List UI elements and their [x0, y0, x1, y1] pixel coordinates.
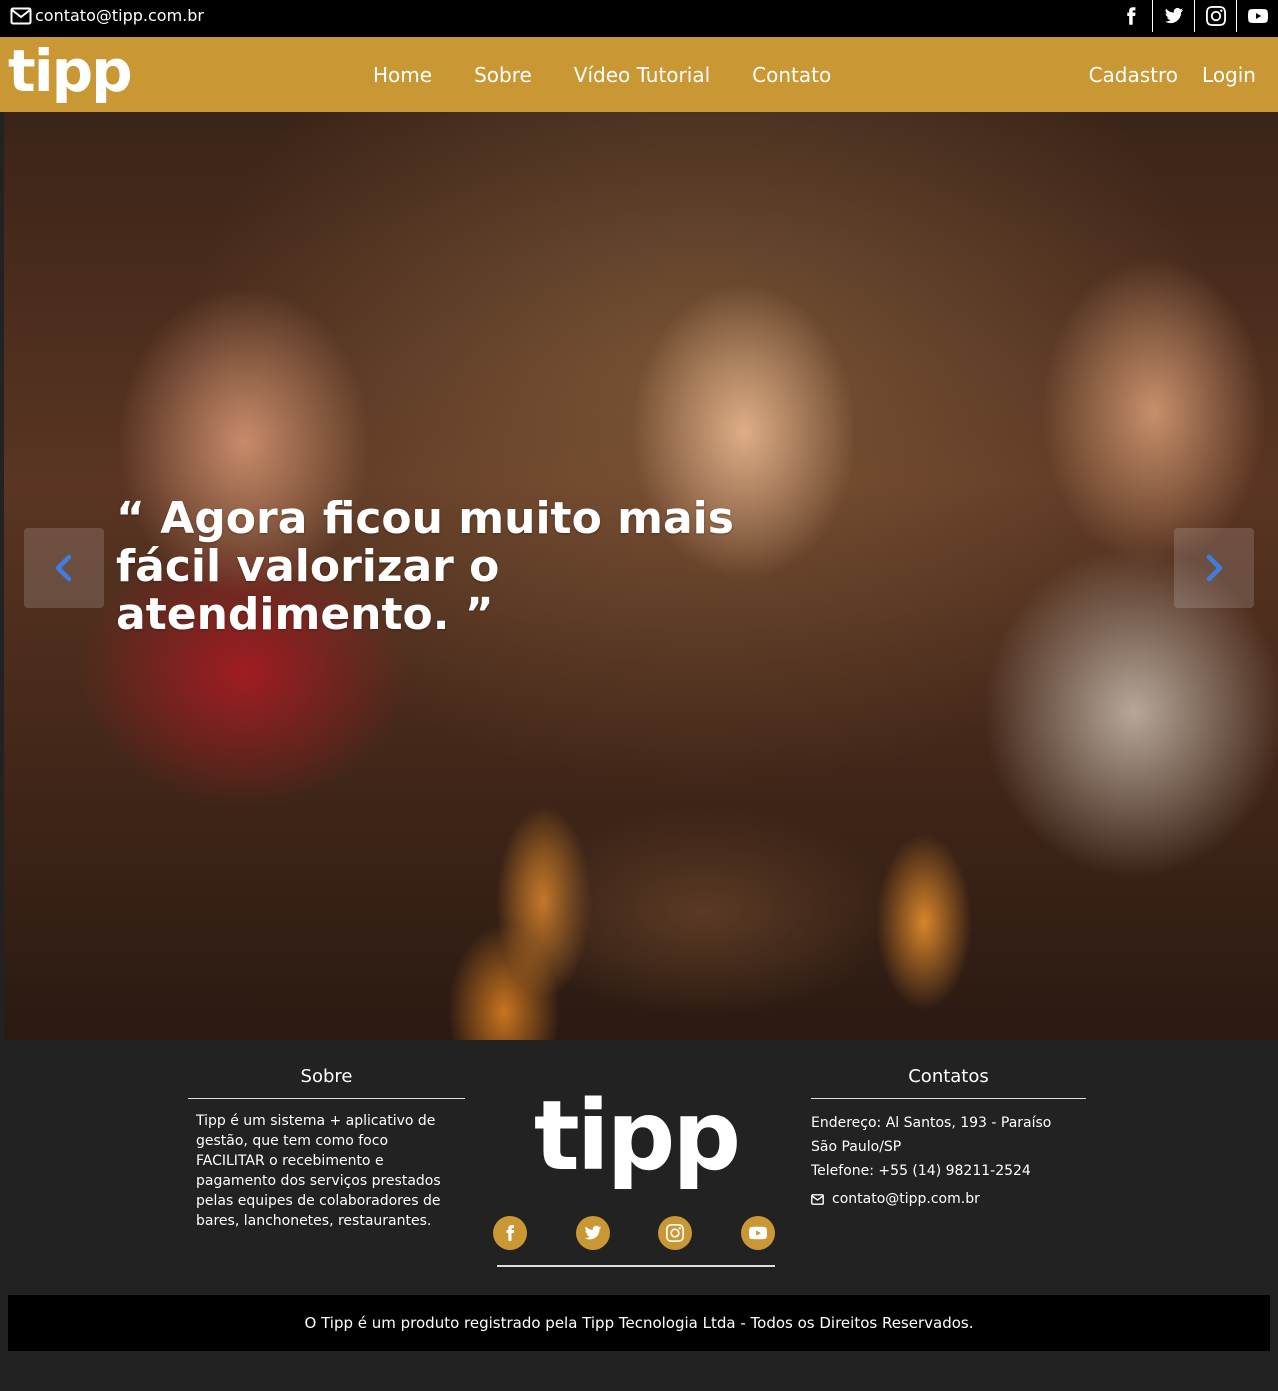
- cadastro-link[interactable]: Cadastro: [1089, 63, 1178, 87]
- nav-item-contato[interactable]: Contato: [752, 63, 831, 87]
- footer-contatos-title: Contatos: [811, 1066, 1086, 1099]
- auth-links: Cadastro Login: [1089, 37, 1256, 112]
- chevron-right-icon: [1206, 554, 1223, 582]
- footer: Sobre Tipp é um sistema + aplicativo de …: [0, 1040, 1278, 1391]
- footer-socials: [493, 1216, 775, 1250]
- tipp-logo[interactable]: tipp: [8, 37, 133, 105]
- footer-sobre: Sobre Tipp é um sistema + aplicativo de …: [188, 1066, 465, 1231]
- top-bar: contato@tipp.com.br: [0, 0, 1278, 37]
- footer-contatos: Contatos Endereço: Al Santos, 193 - Para…: [811, 1066, 1086, 1207]
- mail-icon: [10, 7, 32, 24]
- topbar-email[interactable]: contato@tipp.com.br: [10, 6, 204, 25]
- nav-menu: Home Sobre Vídeo Tutorial Contato: [352, 37, 852, 112]
- footer-address-line1: Endereço: Al Santos, 193 - Paraíso: [811, 1115, 1052, 1131]
- twitter-icon[interactable]: [1152, 0, 1194, 32]
- nav-item-video-tutorial[interactable]: Vídeo Tutorial: [574, 63, 710, 87]
- chevron-left-icon: [55, 554, 72, 582]
- footer-brand: tipp: [493, 1080, 775, 1267]
- nav-item-sobre[interactable]: Sobre: [474, 63, 532, 87]
- copyright-text: O Tipp é um produto registrado pela Tipp…: [304, 1314, 974, 1332]
- footer-email[interactable]: contato@tipp.com.br: [811, 1191, 1086, 1207]
- hero-quote: “ Agora ficou muito mais fácil valorizar…: [116, 493, 734, 640]
- facebook-icon[interactable]: [1110, 0, 1152, 32]
- facebook-icon[interactable]: [493, 1216, 527, 1250]
- twitter-icon[interactable]: [575, 1216, 610, 1250]
- carousel-next-button[interactable]: [1174, 528, 1254, 608]
- youtube-icon[interactable]: [1236, 0, 1278, 32]
- youtube-icon[interactable]: [740, 1216, 775, 1250]
- login-link[interactable]: Login: [1202, 63, 1256, 87]
- footer-phone: Telefone: +55 (14) 98211-2524: [811, 1163, 1031, 1179]
- instagram-icon[interactable]: [1194, 0, 1236, 32]
- topbar-socials: [1110, 0, 1278, 37]
- hero-carousel: “ Agora ficou muito mais fácil valorizar…: [4, 112, 1278, 1040]
- footer-address-line2: São Paulo/SP: [811, 1139, 902, 1155]
- footer-sobre-title: Sobre: [188, 1066, 465, 1099]
- instagram-icon[interactable]: [658, 1216, 693, 1250]
- footer-divider: [497, 1265, 775, 1267]
- topbar-email-text: contato@tipp.com.br: [35, 6, 204, 25]
- main-navbar: tipp Home Sobre Vídeo Tutorial Contato C…: [0, 37, 1278, 112]
- footer-logo: tipp: [533, 1080, 741, 1192]
- footer-email-text: contato@tipp.com.br: [832, 1191, 980, 1207]
- mail-icon: [811, 1193, 824, 1205]
- footer-sobre-text: Tipp é um sistema + aplicativo de gestão…: [196, 1113, 441, 1229]
- copyright-bar: O Tipp é um produto registrado pela Tipp…: [8, 1295, 1270, 1351]
- carousel-prev-button[interactable]: [24, 528, 104, 608]
- nav-item-home[interactable]: Home: [373, 63, 432, 87]
